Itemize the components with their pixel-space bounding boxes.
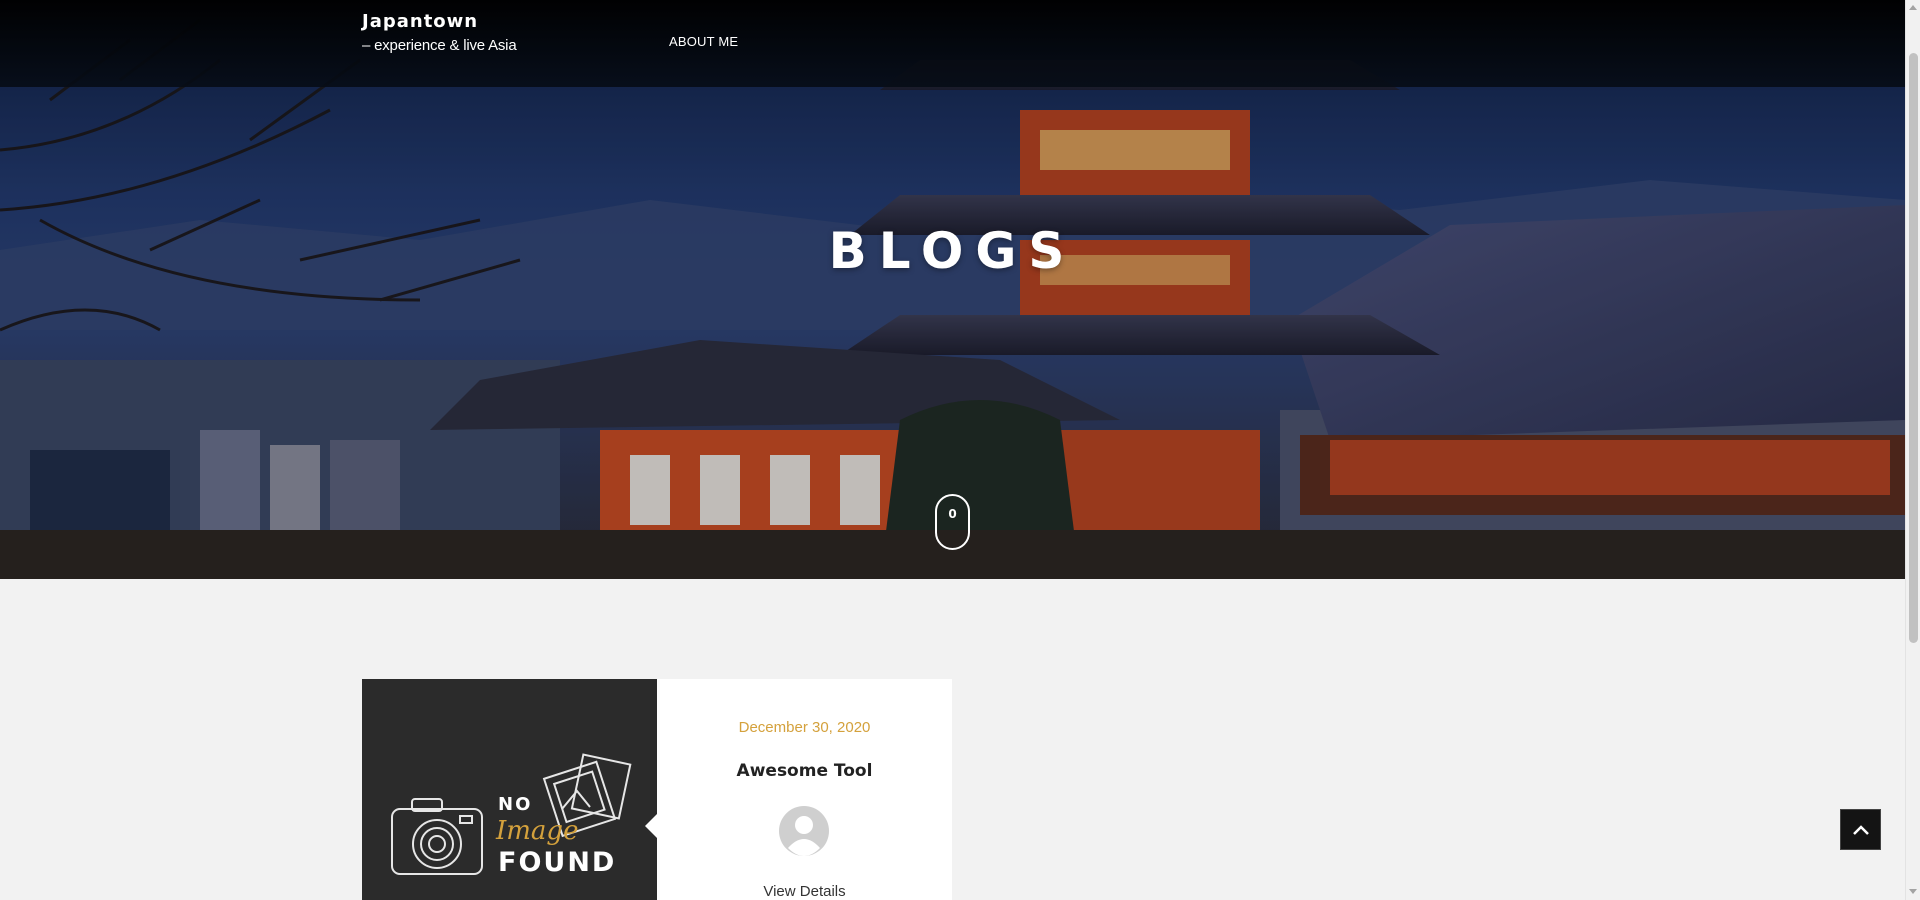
user-avatar-icon xyxy=(779,806,829,856)
post-thumbnail[interactable]: NO Image FOUND xyxy=(362,679,657,900)
post-body: December 30, 2020 Awesome Tool View Deta… xyxy=(657,679,952,900)
page-heading: BLOGS xyxy=(828,222,1077,280)
blog-post-card: NO Image FOUND December 30, 2020 Awesome… xyxy=(362,679,952,900)
view-details-link[interactable]: View Details xyxy=(657,883,952,900)
page-scrollbar[interactable] xyxy=(1905,0,1920,900)
site-header: Japantown – experience & live Asia ABOUT… xyxy=(0,0,1905,87)
chevron-up-icon xyxy=(1853,825,1869,835)
post-title[interactable]: Awesome Tool xyxy=(657,761,952,781)
scroll-down-indicator[interactable]: 0 xyxy=(935,494,970,550)
nav-item-about-me[interactable]: ABOUT ME xyxy=(669,34,738,49)
scroll-indicator-text: 0 xyxy=(948,507,957,521)
post-date[interactable]: December 30, 2020 xyxy=(657,719,952,736)
scrollbar-thumb[interactable] xyxy=(1909,53,1918,643)
no-image-line1: NO xyxy=(498,794,532,815)
no-image-line3: FOUND xyxy=(498,847,616,878)
site-tagline: – experience & live Asia xyxy=(362,37,517,54)
site-title[interactable]: Japantown xyxy=(362,11,478,32)
scroll-up-arrow-icon[interactable] xyxy=(1909,5,1917,10)
scroll-down-arrow-icon[interactable] xyxy=(1909,889,1917,894)
card-arrow-notch xyxy=(645,812,659,840)
back-to-top-button[interactable] xyxy=(1840,809,1881,850)
no-image-line2: Image xyxy=(495,816,578,846)
